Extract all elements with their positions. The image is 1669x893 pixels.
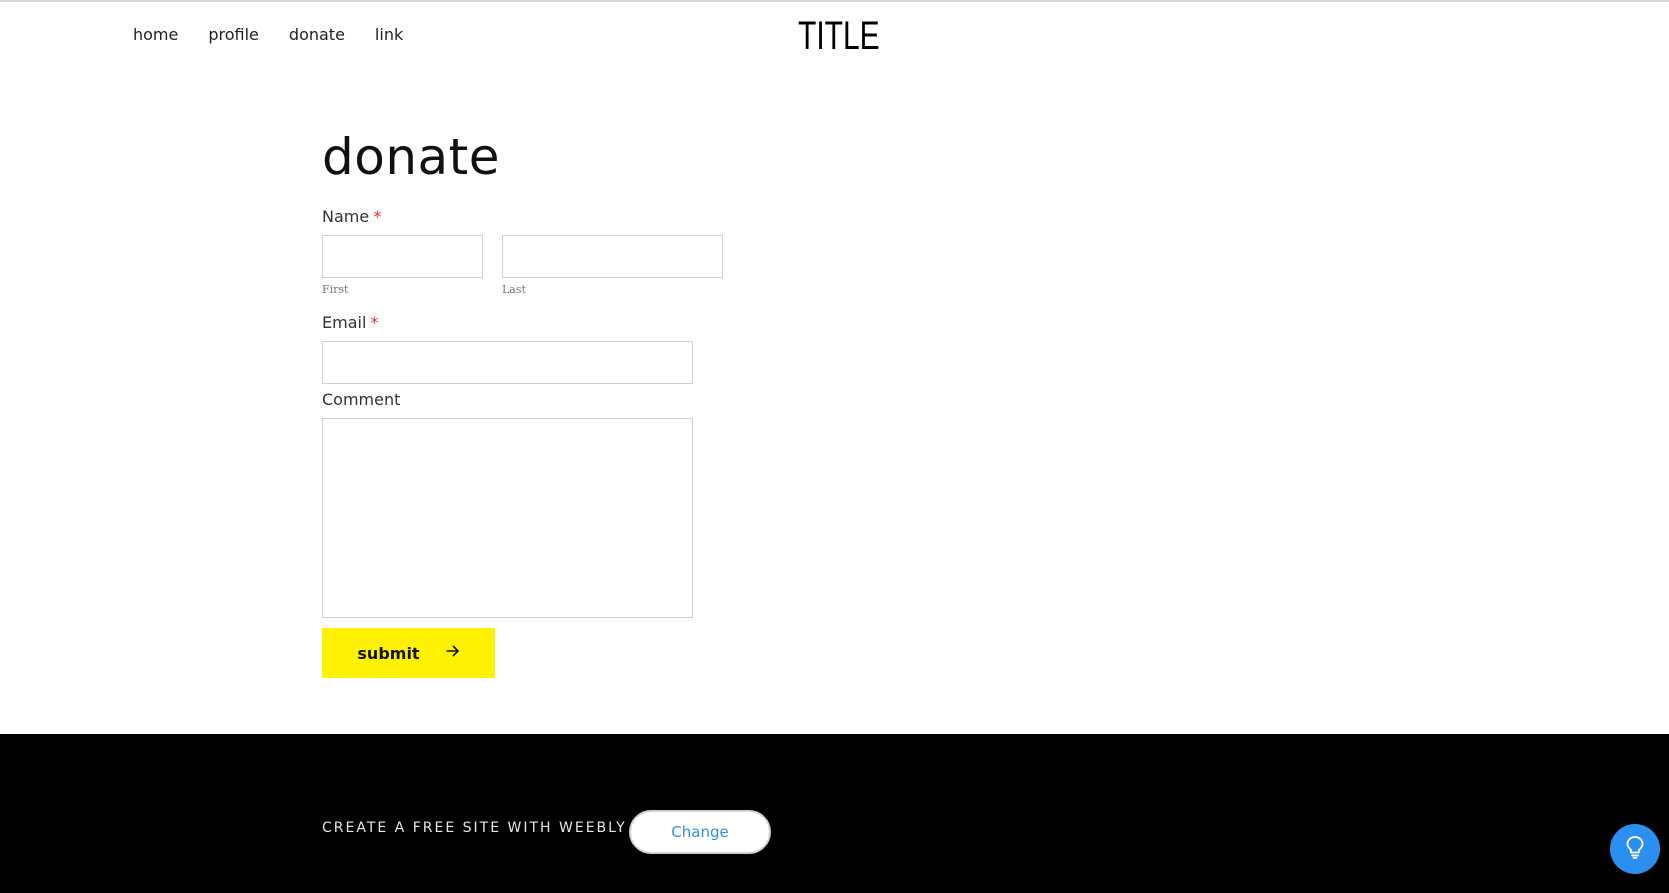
email-field[interactable] — [322, 341, 693, 384]
email-label: Email * — [322, 313, 378, 332]
nav-item-home[interactable]: home — [133, 25, 178, 44]
main-nav: home profile donate link — [133, 25, 433, 44]
nav-item-profile[interactable]: profile — [208, 25, 259, 44]
nav-item-donate[interactable]: donate — [289, 25, 345, 44]
top-border — [0, 0, 1669, 2]
footer: CREATE A FREE SITE WITH WEEBLY Change — [0, 734, 1669, 893]
last-name-input[interactable] — [502, 235, 723, 278]
required-mark: * — [370, 313, 379, 332]
arrow-right-icon — [445, 644, 460, 662]
submit-label: submit — [357, 643, 420, 663]
weebly-promo-text[interactable]: CREATE A FREE SITE WITH WEEBLY — [322, 820, 627, 836]
help-button[interactable] — [1610, 824, 1660, 874]
comment-textarea[interactable] — [322, 418, 693, 618]
last-sublabel: Last — [502, 283, 526, 296]
submit-button[interactable]: submit — [322, 628, 495, 678]
required-mark: * — [373, 207, 382, 226]
email-label-text: Email — [322, 313, 367, 332]
name-label-text: Name — [322, 207, 370, 226]
lightbulb-icon — [1625, 835, 1645, 863]
nav-item-link[interactable]: link — [375, 25, 403, 44]
comment-label: Comment — [322, 390, 401, 409]
first-name-input[interactable] — [322, 235, 483, 278]
page-title: donate — [322, 128, 501, 186]
name-label: Name * — [322, 207, 381, 226]
site-title[interactable]: TITLE — [798, 14, 880, 59]
first-sublabel: First — [322, 283, 349, 296]
change-button[interactable]: Change — [629, 810, 771, 854]
